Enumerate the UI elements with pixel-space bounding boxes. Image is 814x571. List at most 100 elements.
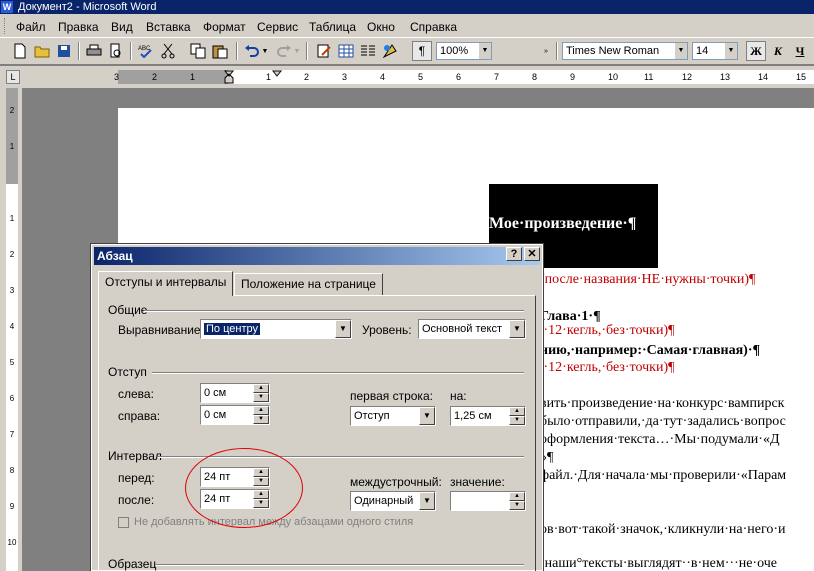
doc-line[interactable]: ·наши°тексты·выглядят··в·нем···не·оче bbox=[540, 556, 777, 571]
zoom-dropdown-icon[interactable]: ▼ bbox=[479, 43, 491, 59]
ruler-tick: 2 bbox=[304, 72, 310, 82]
spin-up-icon[interactable]: ▲ bbox=[253, 468, 269, 477]
menu-window[interactable]: Окно bbox=[367, 20, 395, 34]
left-indent-stepper[interactable]: 0 см ▲ ▼ bbox=[200, 383, 270, 403]
bold-button[interactable]: Ж bbox=[746, 41, 766, 61]
italic-button[interactable]: К bbox=[768, 41, 788, 61]
chevron-down-icon[interactable]: ▼ bbox=[509, 320, 525, 338]
spin-buttons[interactable]: ▲ ▼ bbox=[253, 490, 269, 508]
spin-down-icon[interactable]: ▼ bbox=[253, 499, 269, 508]
line-spacing-select[interactable]: Одинарный ▼ bbox=[350, 491, 436, 511]
spin-up-icon[interactable]: ▲ bbox=[509, 407, 525, 416]
spin-down-icon[interactable]: ▼ bbox=[253, 477, 269, 486]
chevron-down-icon[interactable]: ▼ bbox=[419, 492, 435, 510]
font-size-dropdown-icon[interactable]: ▼ bbox=[725, 43, 737, 59]
doc-line[interactable]: ,·12·кегль,·без·точки)¶ bbox=[540, 323, 674, 339]
doc-line[interactable]: нию,·например:·Самая·главная)·¶ bbox=[540, 343, 760, 359]
menu-insert[interactable]: Вставка bbox=[146, 20, 191, 34]
ruler-tick: 6 bbox=[9, 394, 15, 403]
ruler-tick: 3 bbox=[342, 72, 348, 82]
zoom-value: 100% bbox=[440, 45, 469, 57]
spin-buttons[interactable]: ▲ ▼ bbox=[253, 406, 269, 424]
spelling-icon[interactable]: ABC bbox=[136, 41, 156, 61]
help-button[interactable]: ? bbox=[506, 247, 522, 261]
print-preview-icon[interactable] bbox=[106, 41, 126, 61]
first-line-indent-icon[interactable] bbox=[272, 70, 282, 78]
close-button[interactable]: ✕ bbox=[524, 247, 540, 261]
ruler-tick: 5 bbox=[9, 358, 15, 367]
spacing-at-stepper[interactable]: ▲ ▼ bbox=[450, 491, 526, 511]
open-folder-icon[interactable] bbox=[32, 41, 52, 61]
undo-dropdown-icon[interactable]: ▼ bbox=[260, 41, 270, 61]
doc-line[interactable]: вить·произведение·на·конкурс·вампирск bbox=[540, 396, 784, 412]
tab-indents-spacing[interactable]: Отступы и интервалы bbox=[98, 271, 234, 296]
columns-icon[interactable] bbox=[358, 41, 378, 61]
redo-icon[interactable] bbox=[274, 41, 294, 61]
by-stepper[interactable]: 1,25 см ▲ ▼ bbox=[450, 406, 526, 426]
spin-up-icon[interactable]: ▲ bbox=[509, 492, 525, 501]
spin-down-icon[interactable]: ▼ bbox=[253, 415, 269, 424]
spin-buttons[interactable]: ▲ ▼ bbox=[253, 384, 269, 402]
menu-bar: Файл Правка Вид Вставка Формат Сервис Та… bbox=[0, 14, 814, 38]
dialog-title-bar[interactable]: Абзац bbox=[94, 247, 540, 265]
underline-button[interactable]: Ч bbox=[790, 41, 810, 61]
spin-down-icon[interactable]: ▼ bbox=[509, 501, 525, 510]
redo-dropdown-icon[interactable]: ▼ bbox=[292, 41, 302, 61]
doc-line[interactable]: файл.·Для·начала·мы·проверили·«Парам bbox=[540, 468, 786, 484]
menu-tools[interactable]: Сервис bbox=[257, 20, 298, 34]
undo-icon[interactable] bbox=[242, 41, 262, 61]
doc-line[interactable]: оформления·текста…·Мы·подумали·«Д bbox=[540, 432, 780, 448]
doc-line[interactable]: ,·12·кегль,·без·точки)¶ bbox=[540, 360, 674, 376]
menu-edit[interactable]: Правка bbox=[58, 20, 99, 34]
zoom-select[interactable]: 100% ▼ bbox=[436, 42, 492, 60]
spin-down-icon[interactable]: ▼ bbox=[509, 416, 525, 425]
font-size-select[interactable]: 14 ▼ bbox=[692, 42, 738, 60]
tab-line-page-breaks[interactable]: Положение на странице bbox=[234, 273, 383, 295]
ruler-tick: 10 bbox=[608, 72, 619, 82]
vertical-ruler-strip[interactable]: 2 1 1 2 3 4 5 6 7 8 9 10 bbox=[6, 88, 18, 571]
cut-icon[interactable] bbox=[158, 41, 178, 61]
menu-format[interactable]: Формат bbox=[203, 20, 246, 34]
group-sample-label: Образец bbox=[108, 557, 157, 571]
show-formatting-button[interactable]: ¶ bbox=[412, 41, 432, 61]
spin-up-icon[interactable]: ▲ bbox=[253, 490, 269, 499]
first-line-select[interactable]: Отступ ▼ bbox=[350, 406, 436, 426]
right-indent-stepper[interactable]: 0 см ▲ ▼ bbox=[200, 405, 270, 425]
save-icon[interactable] bbox=[54, 41, 74, 61]
copy-icon[interactable] bbox=[188, 41, 208, 61]
drawing-icon[interactable] bbox=[380, 41, 400, 61]
alignment-select[interactable]: По центру ▼ bbox=[200, 319, 352, 339]
menubar-grip[interactable] bbox=[4, 18, 7, 34]
spin-buttons[interactable]: ▲ ▼ bbox=[253, 468, 269, 486]
doc-line[interactable]: (после·названия·НЕ·нужны·точки)¶ bbox=[540, 272, 755, 288]
group-spacing-label: Интервал bbox=[108, 449, 162, 463]
spin-buttons[interactable]: ▲ ▼ bbox=[509, 407, 525, 425]
spacing-before-stepper[interactable]: 24 пт ▲ ▼ bbox=[200, 467, 270, 487]
spin-up-icon[interactable]: ▲ bbox=[253, 406, 269, 415]
spin-buttons[interactable]: ▲ ▼ bbox=[509, 492, 525, 510]
paste-icon[interactable] bbox=[210, 41, 230, 61]
menu-file[interactable]: Файл bbox=[16, 20, 46, 34]
no-space-checkbox[interactable] bbox=[118, 517, 129, 528]
insert-table-icon[interactable] bbox=[336, 41, 356, 61]
font-dropdown-icon[interactable]: ▼ bbox=[675, 43, 687, 59]
chevron-down-icon[interactable]: ▼ bbox=[419, 407, 435, 425]
print-icon[interactable] bbox=[84, 41, 104, 61]
menu-view[interactable]: Вид bbox=[111, 20, 133, 34]
ruler-strip[interactable]: 3 2 1 1 2 3 4 5 6 7 8 9 10 11 12 13 14 1… bbox=[114, 70, 814, 84]
doc-line[interactable]: ов·вот·такой·значок,·кликнули·на·него·и bbox=[540, 522, 786, 538]
level-select[interactable]: Основной текст ▼ bbox=[418, 319, 526, 339]
insert-hyperlink-icon[interactable] bbox=[314, 41, 334, 61]
spacing-after-stepper[interactable]: 24 пт ▲ ▼ bbox=[200, 489, 270, 509]
doc-line[interactable]: было·отправили,·да·тут·задались·вопрос bbox=[540, 414, 786, 430]
chevron-down-icon[interactable]: ▼ bbox=[335, 320, 351, 338]
new-document-icon[interactable] bbox=[10, 41, 30, 61]
indent-marker-icon[interactable] bbox=[224, 70, 236, 84]
menu-table[interactable]: Таблица bbox=[309, 20, 356, 34]
menu-help[interactable]: Справка bbox=[410, 20, 457, 34]
font-select[interactable]: Times New Roman ▼ bbox=[562, 42, 688, 60]
spin-down-icon[interactable]: ▼ bbox=[253, 393, 269, 402]
spin-up-icon[interactable]: ▲ bbox=[253, 384, 269, 393]
tab-selector[interactable]: L bbox=[6, 70, 20, 84]
toolbar-options-icon[interactable]: » bbox=[540, 41, 552, 61]
